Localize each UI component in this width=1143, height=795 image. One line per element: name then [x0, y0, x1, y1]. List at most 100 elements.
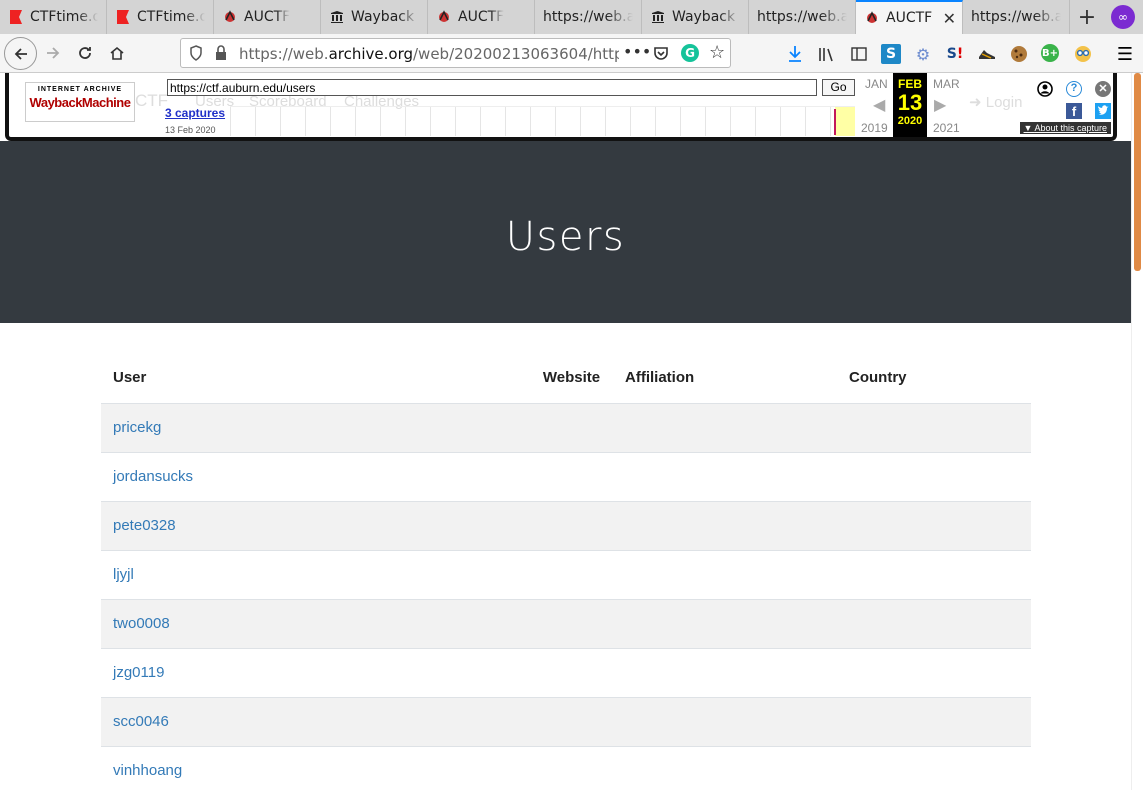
- scrollbar[interactable]: [1131, 73, 1143, 790]
- browser-tab[interactable]: https://web.archive.org: [963, 0, 1070, 34]
- user-link[interactable]: jordansucks: [113, 468, 193, 485]
- site-brand[interactable]: CTF: [135, 91, 168, 111]
- url-text[interactable]: https://web.archive.org/web/202002130636…: [239, 45, 619, 63]
- browser-tab[interactable]: Wayback Machine: [321, 0, 428, 34]
- sparkline-gridline: [530, 107, 531, 136]
- col-website-header: Website: [530, 352, 613, 404]
- users-table: User Website Affiliation Country pricekg…: [101, 352, 1031, 795]
- help-icon[interactable]: ?: [1066, 81, 1082, 97]
- sidebar-icon[interactable]: [849, 44, 869, 64]
- table-header-row: User Website Affiliation Country: [101, 352, 1031, 404]
- forward-button[interactable]: [38, 38, 68, 68]
- user-cell: vinhhoang: [101, 745, 530, 795]
- sparkline-gridline: [380, 107, 381, 136]
- browser-tab[interactable]: Wayback Machine: [642, 0, 749, 34]
- tab-strip: CTFtime.org CTFtime.org AUCTF Wayback Machi…: [0, 0, 1070, 34]
- sparkline-gridline: [305, 107, 306, 136]
- browser-tab[interactable]: CTFtime.org: [107, 0, 214, 34]
- website-cell: [530, 402, 613, 452]
- close-tab-icon[interactable]: ✕: [943, 9, 956, 28]
- user-link[interactable]: scc0046: [113, 713, 169, 730]
- address-bar[interactable]: https://web.archive.org/web/202002130636…: [180, 38, 731, 68]
- grammarly-icon[interactable]: G: [681, 44, 699, 62]
- account-icon[interactable]: [1037, 81, 1053, 101]
- extension-s-icon[interactable]: S: [881, 44, 901, 64]
- wayback-url-input[interactable]: [167, 79, 817, 96]
- user-cell: ljyjl: [101, 549, 530, 599]
- bookmark-star-icon[interactable]: ☆: [709, 42, 725, 63]
- website-cell: [530, 647, 613, 697]
- back-button[interactable]: [4, 37, 37, 70]
- wayback-logo[interactable]: INTERNET ARCHIVE WaybackMachine: [25, 82, 135, 122]
- browser-tab-title: AUCTF: [244, 9, 291, 25]
- downloads-icon[interactable]: [785, 44, 805, 64]
- table-row: two0008: [101, 598, 1031, 648]
- user-link[interactable]: vinhhoang: [113, 762, 182, 779]
- tracking-shield-icon[interactable]: [189, 45, 203, 65]
- next-month-label[interactable]: MAR: [933, 77, 960, 91]
- user-link[interactable]: pete0328: [113, 517, 176, 534]
- user-link[interactable]: jzg0119: [113, 664, 164, 681]
- facebook-icon[interactable]: f: [1066, 103, 1082, 119]
- sparkline-gridline: [505, 107, 506, 136]
- table-row: jzg0119: [101, 647, 1031, 697]
- browser-tab-title: AUCTF: [886, 10, 933, 26]
- twitter-icon[interactable]: [1095, 103, 1111, 119]
- sparkline-gridline: [680, 107, 681, 136]
- library-icon[interactable]: [817, 44, 837, 64]
- prev-year-label[interactable]: 2019: [861, 121, 888, 135]
- next-capture-arrow-icon[interactable]: ▶: [934, 95, 946, 114]
- prev-capture-arrow-icon[interactable]: ◀: [873, 95, 885, 114]
- col-affiliation-header: Affiliation: [613, 352, 837, 404]
- next-year-label[interactable]: 2021: [933, 121, 960, 135]
- cookie-icon[interactable]: [1009, 44, 1029, 64]
- captures-link[interactable]: 3 captures: [165, 106, 225, 120]
- browser-tab[interactable]: AUCTF: [428, 0, 535, 34]
- page-actions-icon[interactable]: •••: [623, 42, 651, 61]
- extension-shoe-icon[interactable]: [977, 44, 997, 64]
- capture-sparkline[interactable]: [230, 106, 855, 136]
- sparkline-gridline: [630, 107, 631, 136]
- auctf-logo-icon: [222, 9, 238, 25]
- browser-tab[interactable]: https://web.archive.org: [749, 0, 856, 34]
- user-cell: scc0046: [101, 696, 530, 746]
- browser-tab[interactable]: AUCTF ✕: [856, 0, 963, 34]
- website-cell: [530, 549, 613, 599]
- website-cell: [530, 500, 613, 550]
- user-link[interactable]: ljyjl: [113, 566, 134, 583]
- extension-s-alert-icon[interactable]: S!: [945, 44, 965, 64]
- affiliation-cell: [613, 598, 837, 648]
- user-link[interactable]: pricekg: [113, 419, 161, 436]
- affiliation-cell: [613, 500, 837, 550]
- about-capture-link[interactable]: ▼ About this capture: [1019, 122, 1111, 134]
- prev-month-label[interactable]: JAN: [865, 77, 888, 91]
- menu-icon[interactable]: ☰: [1115, 44, 1135, 65]
- country-cell: [837, 549, 1031, 599]
- extension-gear-icon[interactable]: ⚙: [913, 44, 933, 64]
- reload-button[interactable]: [70, 38, 100, 68]
- col-country-header: Country: [837, 352, 1031, 404]
- wayback-go-button[interactable]: Go: [822, 79, 855, 96]
- country-cell: [837, 647, 1031, 697]
- about-capture-label: About this capture: [1034, 123, 1107, 133]
- user-link[interactable]: two0008: [113, 615, 170, 632]
- country-cell: [837, 696, 1031, 746]
- home-button[interactable]: [102, 38, 132, 68]
- browser-tab-title: CTFtime.org: [137, 9, 205, 25]
- close-toolbar-icon[interactable]: ✕: [1095, 81, 1111, 97]
- current-day-label: 13: [897, 90, 923, 115]
- sparkline-gridline: [805, 107, 806, 136]
- pocket-icon[interactable]: [653, 45, 669, 65]
- scrollbar-thumb[interactable]: [1134, 73, 1141, 271]
- extension-b-plus-icon[interactable]: B+: [1041, 44, 1059, 62]
- new-tab-button[interactable]: +: [1070, 0, 1104, 34]
- lock-icon[interactable]: [215, 45, 227, 65]
- sparkline-gridline: [405, 107, 406, 136]
- browser-tab[interactable]: https://web.archive.org: [535, 0, 642, 34]
- private-mask-icon[interactable]: ∞: [1111, 5, 1135, 29]
- sparkline-gridline: [605, 107, 606, 136]
- browser-tab[interactable]: AUCTF: [214, 0, 321, 34]
- affiliation-cell: [613, 549, 837, 599]
- browser-tab[interactable]: CTFtime.org: [0, 0, 107, 34]
- extension-face-icon[interactable]: [1073, 44, 1093, 64]
